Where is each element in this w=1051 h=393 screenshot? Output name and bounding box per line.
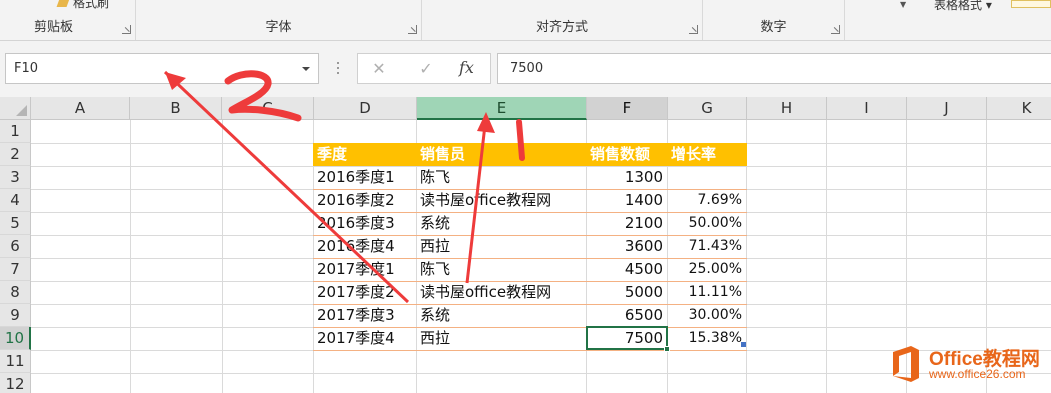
table-cell[interactable]: 5000: [587, 281, 668, 304]
row-header-10[interactable]: 10: [0, 327, 31, 350]
column-header-h[interactable]: H: [747, 97, 827, 120]
ribbon-group-label: 数字: [760, 20, 787, 35]
table-cell[interactable]: [668, 166, 747, 189]
ribbon-group-clipboard: 剪贴板: [0, 0, 136, 40]
formula-bar: F10 ✕ ✓ fx 7500: [0, 41, 1051, 97]
ribbon-group-font: 字体: [136, 0, 422, 40]
formula-input[interactable]: 7500: [497, 53, 1051, 84]
gridline: [31, 166, 1051, 167]
select-all-button[interactable]: [0, 97, 31, 120]
row-header-3[interactable]: 3: [0, 166, 31, 189]
chevron-down-icon[interactable]: [302, 67, 310, 71]
dialog-launcher-icon[interactable]: [408, 25, 417, 34]
table-header-cell[interactable]: 销售数额: [587, 143, 653, 166]
ribbon-group-label: 对齐方式: [535, 20, 588, 35]
column-header-f[interactable]: F: [587, 97, 668, 120]
name-box-value: F10: [14, 61, 39, 76]
formula-buttons: ✕ ✓ fx: [357, 53, 491, 84]
table-cell[interactable]: 2017季度1: [314, 258, 398, 281]
watermark-url: www.office26.com: [929, 367, 1026, 381]
gridline: [826, 120, 827, 393]
ribbon-group-label: 字体: [265, 20, 292, 35]
table-cell[interactable]: 2016季度1: [314, 166, 398, 189]
table-cell[interactable]: 陈飞: [417, 166, 453, 189]
watermark: Office教程网 www.office26.com: [887, 340, 1051, 393]
fill-handle[interactable]: [664, 346, 670, 352]
dialog-launcher-icon[interactable]: [831, 25, 840, 34]
table-header-cell[interactable]: 销售员: [417, 143, 468, 166]
table-cell[interactable]: 15.38%: [668, 327, 747, 350]
table-cell[interactable]: 50.00%: [668, 212, 747, 235]
column-header-i[interactable]: I: [827, 97, 907, 120]
column-header-d[interactable]: D: [314, 97, 417, 120]
enter-icon[interactable]: ✓: [416, 59, 436, 79]
table-cell[interactable]: 7.69%: [668, 189, 747, 212]
select-all-icon: [16, 105, 27, 116]
row-header-12[interactable]: 12: [0, 373, 31, 393]
dialog-launcher-icon[interactable]: [122, 25, 131, 34]
office-logo-icon: [893, 346, 919, 382]
table-cell[interactable]: 2017季度4: [314, 327, 398, 350]
insert-function-icon[interactable]: fx: [459, 58, 474, 77]
table-cell[interactable]: 2016季度2: [314, 189, 398, 212]
table-cell[interactable]: 1400: [587, 189, 668, 212]
ribbon-group-number: 数字: [703, 0, 845, 40]
row-header-8[interactable]: 8: [0, 281, 31, 304]
drag-handle-icon[interactable]: [337, 62, 340, 76]
row-header-6[interactable]: 6: [0, 235, 31, 258]
table-cell[interactable]: 2016季度4: [314, 235, 398, 258]
table-cell[interactable]: 25.00%: [668, 258, 747, 281]
table-cell[interactable]: 11.11%: [668, 281, 747, 304]
cell-style-swatch[interactable]: [1011, 0, 1051, 8]
table-header-cell[interactable]: 增长率: [668, 143, 719, 166]
table-cell[interactable]: 71.43%: [668, 235, 747, 258]
table-cell[interactable]: 西拉: [417, 235, 453, 258]
ribbon-strip: 格式刷 剪贴板 字体 对齐方式 数字 ▼ 表格格式 ▾: [0, 0, 1051, 41]
table-cell[interactable]: 读书屋office教程网: [417, 281, 554, 304]
row-header-11[interactable]: 11: [0, 350, 31, 373]
dialog-launcher-icon[interactable]: [689, 25, 698, 34]
row-header-5[interactable]: 5: [0, 212, 31, 235]
row-header-1[interactable]: 1: [0, 120, 31, 143]
table-cell[interactable]: 3600: [587, 235, 668, 258]
table-cell[interactable]: 1300: [587, 166, 668, 189]
table-cell[interactable]: 4500: [587, 258, 668, 281]
table-format-button[interactable]: 表格格式 ▾: [934, 0, 992, 13]
row-header-7[interactable]: 7: [0, 258, 31, 281]
column-header-e[interactable]: E: [417, 97, 587, 120]
column-header-b[interactable]: B: [130, 97, 222, 120]
row-header-9[interactable]: 9: [0, 304, 31, 327]
column-header-j[interactable]: J: [907, 97, 987, 120]
table-cell[interactable]: 2017季度2: [314, 281, 398, 304]
table-cell[interactable]: 读书屋office教程网: [417, 189, 554, 212]
ribbon-group-alignment: 对齐方式: [422, 0, 703, 40]
table-cell[interactable]: 30.00%: [668, 304, 747, 327]
table-cell[interactable]: 2016季度3: [314, 212, 398, 235]
row-header-4[interactable]: 4: [0, 189, 31, 212]
chevron-down-icon[interactable]: ▼: [900, 0, 906, 9]
table-cell[interactable]: 6500: [587, 304, 668, 327]
table-cell[interactable]: 2100: [587, 212, 668, 235]
cancel-icon[interactable]: ✕: [369, 59, 389, 79]
table-header-cell[interactable]: 季度: [314, 143, 350, 166]
table-cell[interactable]: 系统: [417, 212, 453, 235]
table-cell[interactable]: 2017季度3: [314, 304, 398, 327]
table-cell[interactable]: 陈飞: [417, 258, 453, 281]
quick-analysis-handle[interactable]: [741, 342, 746, 347]
active-cell-outline: [586, 326, 670, 352]
gridline: [222, 120, 223, 393]
column-header-k[interactable]: K: [987, 97, 1051, 120]
gridline: [130, 120, 131, 393]
row-header-2[interactable]: 2: [0, 143, 31, 166]
table-cell[interactable]: 系统: [417, 304, 453, 327]
table-cell[interactable]: 西拉: [417, 327, 453, 350]
ribbon-group-label: 剪贴板: [34, 20, 74, 35]
name-box[interactable]: F10: [5, 53, 319, 84]
column-header-g[interactable]: G: [668, 97, 747, 120]
column-header-a[interactable]: A: [31, 97, 130, 120]
column-header-c[interactable]: C: [222, 97, 314, 120]
table-row-border: [313, 350, 747, 351]
table-format-label: 表格格式: [934, 0, 983, 12]
